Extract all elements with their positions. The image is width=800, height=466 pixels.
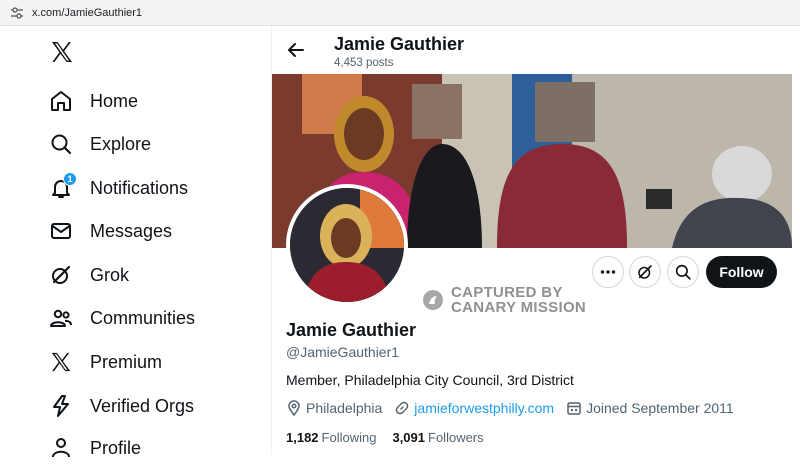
lightning-icon [48,393,74,419]
canary-mission-watermark: CAPTURED BY CANARY MISSION [422,285,586,315]
joined-item: Joined September 2011 [566,400,734,416]
sidebar-item-explore[interactable]: Explore [48,126,151,162]
more-dots-icon [600,270,616,274]
home-icon [48,88,74,114]
sidebar-item-label: Grok [90,264,130,285]
sidebar-item-label: Verified Orgs [90,395,195,416]
following-label: Following [321,430,377,445]
grok-icon [638,265,652,279]
grok-icon [48,262,74,288]
people-icon [48,305,74,331]
x-logo-icon [48,349,74,375]
search-icon [48,131,74,157]
sidebar-item-label: Explore [90,133,152,154]
url-text[interactable]: x.com/JamieGauthier1 [32,7,142,19]
link-icon [396,401,409,415]
follow-button[interactable]: Follow [706,256,777,288]
sidebar-item-grok[interactable]: Grok [48,257,129,293]
followers-link[interactable]: 3,091 Followers [392,430,483,445]
bell-icon: 1 [48,172,77,201]
site-settings-icon[interactable] [10,6,24,20]
sidebar-item-notifications[interactable]: 1 Notifications [48,170,188,206]
sidebar-item-profile[interactable]: Profile [48,430,141,466]
sidebar-item-label: Premium [90,351,163,372]
joined-text: Joined September 2011 [586,400,734,416]
x-logo-icon[interactable] [50,40,74,64]
sidebar-item-label: Home [90,90,139,111]
grok-button[interactable] [629,256,661,288]
back-arrow-icon[interactable] [286,40,306,60]
watermark-line-1: CAPTURED BY [451,284,563,301]
sidebar-item-home[interactable]: Home [48,83,138,119]
calendar-icon [567,402,581,415]
sidebar-item-label: Notifications [90,177,189,198]
following-link[interactable]: 1,182 Following [286,430,376,445]
envelope-icon [48,218,74,244]
profile-column: Jamie Gauthier 4,453 posts Follow CAPTUR… [272,26,800,455]
location-pin-icon [288,400,300,416]
sidebar-item-label: Communities [90,307,196,328]
location-item: Philadelphia [286,400,382,416]
website-item[interactable]: jamieforwestphilly.com [394,400,554,416]
profile-bio: Member, Philadelphia City Council, 3rd D… [286,372,574,388]
profile-meta: Philadelphia jamieforwestphilly.com Join… [286,400,746,416]
canary-logo-icon [423,290,443,310]
header-name: Jamie Gauthier [334,34,465,54]
sidebar-item-premium[interactable]: Premium [48,344,162,380]
sidebar-item-communities[interactable]: Communities [48,300,195,336]
watermark-text: CAPTURED BY CANARY MISSION [451,285,586,315]
post-count: 4,453 posts [334,57,394,69]
profile-name: Jamie Gauthier [286,320,417,340]
profile-avatar[interactable] [286,184,408,306]
sidebar-item-label: Messages [90,220,173,241]
profile-handle: @JamieGauthier1 [286,344,400,360]
browser-url-bar[interactable]: x.com/JamieGauthier1 [0,0,800,26]
sidebar-nav: Home Explore 1 Notifications Messages Gr… [0,26,270,458]
notification-badge: 1 [63,172,77,186]
person-icon [48,435,74,461]
sidebar-item-label: Profile [90,437,142,458]
watermark-line-2: CANARY MISSION [451,299,587,316]
website-link[interactable]: jamieforwestphilly.com [414,400,554,416]
following-count: 1,182 [286,430,319,445]
search-icon [675,264,691,280]
followers-label: Followers [428,430,484,445]
location-text: Philadelphia [306,400,383,416]
followers-count: 3,091 [392,430,426,445]
search-profile-button[interactable] [667,256,699,288]
sidebar-item-verified-orgs[interactable]: Verified Orgs [48,388,194,424]
sidebar-item-messages[interactable]: Messages [48,213,172,249]
follow-stats: 1,182 Following 3,091 Followers [286,430,500,445]
profile-header-bar: Jamie Gauthier 4,453 posts [272,26,800,74]
more-options-button[interactable] [592,256,624,288]
